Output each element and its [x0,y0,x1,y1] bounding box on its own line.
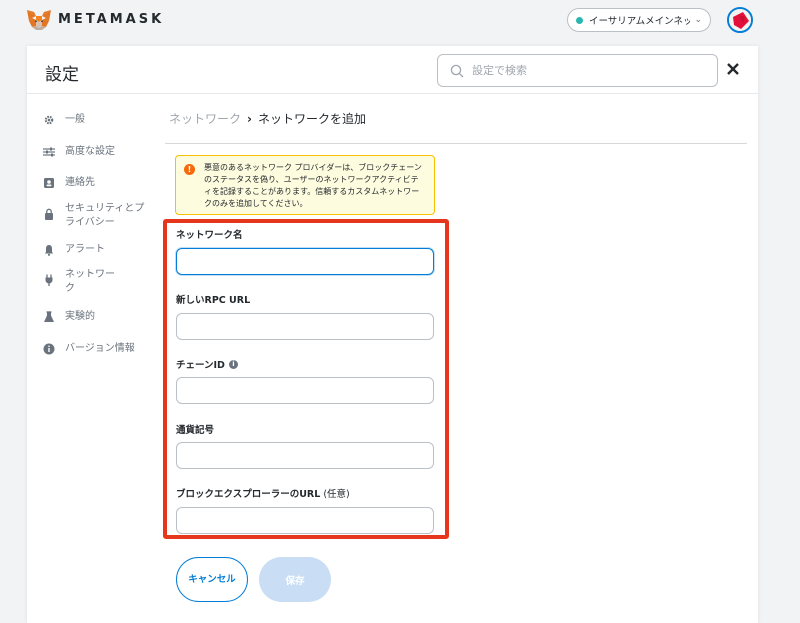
sidebar-item-label: 連絡先 [65,177,95,188]
rpc-url-input[interactable] [176,313,434,340]
chevron-down-icon: ⌄ [694,15,702,25]
brand-wordmark: METAMASK [58,12,165,27]
chain-id-input[interactable] [176,377,434,404]
chain-id-label: チェーンID i [176,357,238,371]
top-bar: METAMASK イーサリアムメインネット ⌄ [0,0,800,44]
sidebar-item-contacts[interactable]: 連絡先 [43,176,145,190]
contact-book-icon [44,178,54,188]
sidebar-item-security[interactable]: セキュリティとプライバシー [43,202,145,230]
network-name: イーサリアムメインネット [589,16,691,27]
account-avatar[interactable] [727,7,753,33]
sidebar-item-general[interactable]: 一般 [43,113,145,127]
metamask-fox-icon[interactable] [26,9,52,31]
cancel-button[interactable]: キャンセル [176,557,248,602]
warning-icon: ! [184,164,195,175]
search-icon [450,64,464,77]
page-title: 設定 [45,65,79,85]
optional-tag: (任意) [323,489,350,500]
field-label-text: ブロックエクスプローラーのURL [176,489,321,500]
currency-symbol-label: 通貨記号 [176,422,214,436]
warning-banner: ! 悪意のあるネットワーク プロバイダーは、ブロックチェーンのステータスを偽り、… [175,155,435,215]
sidebar-item-label: ネットワーク [65,269,115,294]
field-label-text: 新しいRPC URL [176,295,251,306]
sidebar-item-label: 実験的 [65,311,95,322]
sidebar-item-alerts[interactable]: アラート [43,243,145,257]
search-box[interactable] [437,54,718,87]
field-label-text: 通貨記号 [176,425,215,436]
currency-symbol-input[interactable] [176,442,434,469]
lock-icon [45,208,53,220]
sliders-icon [43,147,55,157]
info-icon [43,343,55,355]
breadcrumb-networks-link[interactable]: ネットワーク [169,110,241,127]
network-name-label: ネットワーク名 [176,227,243,241]
plug-icon [45,274,53,286]
sidebar-item-networks[interactable]: ネットワーク [43,268,117,296]
identicon-icon [729,9,751,31]
network-name-input[interactable] [176,248,434,275]
network-status-dot [576,16,583,24]
sidebar-item-about[interactable]: バージョン情報 [43,342,145,356]
field-label-text: ネットワーク名 [176,230,243,241]
settings-header: 設定 [27,46,758,94]
block-explorer-url-input[interactable] [176,507,434,534]
settings-panel: 設定 一般 [27,46,758,623]
chevron-right-icon: › [247,111,252,126]
gear-icon [44,115,54,125]
sidebar-item-label: バージョン情報 [65,343,135,354]
field-label-text: チェーンID [176,360,225,371]
warning-text: 悪意のあるネットワーク プロバイダーは、ブロックチェーンのステータスを偽り、ユー… [204,163,422,208]
sidebar-item-label: セキュリティとプライバシー [65,203,145,228]
sidebar-item-experimental[interactable]: 実験的 [43,310,145,324]
rpc-url-label: 新しいRPC URL [176,292,250,306]
sidebar-item-label: アラート [65,244,105,255]
sidebar-item-advanced[interactable]: 高度な設定 [43,145,145,159]
save-button[interactable]: 保存 [259,557,331,602]
bell-icon [44,245,54,256]
flask-icon [44,311,54,322]
divider [165,143,747,144]
info-icon[interactable]: i [228,359,238,369]
close-icon[interactable] [725,61,741,77]
breadcrumb-current: ネットワークを追加 [257,112,366,126]
sidebar-item-label: 一般 [65,114,85,125]
breadcrumb: ネットワーク › ネットワークを追加 [169,110,366,127]
block-explorer-url-label: ブロックエクスプローラーのURL (任意) [176,486,350,500]
sidebar-item-label: 高度な設定 [65,146,115,157]
network-selector[interactable]: イーサリアムメインネット ⌄ [567,8,711,32]
search-input[interactable] [472,64,692,77]
